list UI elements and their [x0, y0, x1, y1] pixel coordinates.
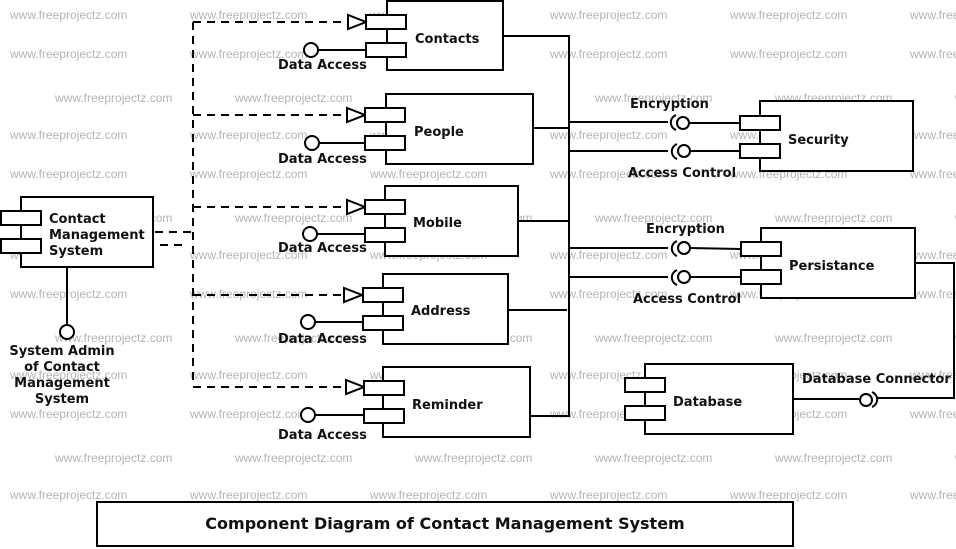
watermark-text: www.freeprojectz.com [549, 248, 667, 262]
watermark-text: www.freeprojectz.com [9, 167, 127, 181]
admin-interface-label-line2: of Contact [24, 360, 100, 375]
watermark-text: www.freeprojectz.com [729, 8, 847, 22]
interface-label-database-connector: Database Connector [802, 372, 951, 387]
watermark-text: www.freeprojectz.com [9, 407, 127, 421]
watermark-text: www.freeprojectz.com [189, 128, 307, 142]
watermark-text: www.freeprojectz.com [594, 331, 712, 345]
component-name: Security [788, 133, 849, 148]
watermark-text: www.freeprojectz.com [189, 167, 307, 181]
watermark-text: www.freeprojectz.com [549, 488, 667, 502]
component-reminder[interactable]: Reminder Data Access [278, 366, 531, 443]
watermark-text: www.freeprojectz.com [189, 8, 307, 22]
main-component[interactable]: Contact Management System System Admin o… [0, 196, 154, 407]
admin-interface-ball-icon [59, 324, 75, 340]
main-component-name-line1: Contact [49, 212, 106, 227]
interface-label: Data Access [278, 152, 367, 167]
watermark-text: www.freeprojectz.com [909, 167, 956, 181]
watermark-text: www.freeprojectz.com [909, 488, 956, 502]
admin-interface-label-line3: Management [14, 376, 110, 391]
watermark-text: www.freeprojectz.com [909, 47, 956, 61]
component-name: Mobile [413, 216, 462, 231]
watermark-text: www.freeprojectz.com [54, 451, 172, 465]
interface-label: Data Access [278, 428, 367, 443]
interface-label: Data Access [278, 332, 367, 347]
watermark-text: www.freeprojectz.com [909, 8, 956, 22]
watermark-text: www.freeprojectz.com [774, 451, 892, 465]
component-diagram: www.freeprojectz.com www.freeprojectz.com… [0, 0, 956, 547]
watermark-text: www.freeprojectz.com [9, 8, 127, 22]
watermark-text: www.freeprojectz.com [189, 287, 307, 301]
watermark-text: www.freeprojectz.com [414, 451, 532, 465]
watermark-text: www.freeprojectz.com [369, 488, 487, 502]
watermark-text: www.freeprojectz.com [9, 47, 127, 61]
watermark-text: www.freeprojectz.com [9, 287, 127, 301]
watermark-text: www.freeprojectz.com [774, 331, 892, 345]
interface-label: Data Access [278, 241, 367, 256]
diagram-title-box: Component Diagram of Contact Management … [96, 501, 794, 547]
main-component-name-line3: System [49, 244, 103, 259]
watermark-text: www.freeprojectz.com [729, 47, 847, 61]
watermark-text: www.freeprojectz.com [9, 128, 127, 142]
watermark-text: www.freeprojectz.com [189, 407, 307, 421]
watermark-text: www.freeprojectz.com [774, 211, 892, 225]
watermark-text: www.freeprojectz.com [189, 368, 307, 382]
watermark-text: www.freeprojectz.com [909, 287, 956, 301]
component-name: People [414, 125, 464, 140]
watermark-text: www.freeprojectz.com [909, 407, 956, 421]
watermark-text: www.freeprojectz.com [549, 8, 667, 22]
watermark-text: www.freeprojectz.com [369, 167, 487, 181]
watermark-text: www.freeprojectz.com [549, 128, 667, 142]
watermark-text: www.freeprojectz.com [9, 488, 127, 502]
main-component-name-line2: Management [49, 228, 145, 243]
watermark-text: www.freeprojectz.com [594, 451, 712, 465]
watermark-text: www.freeprojectz.com [234, 211, 352, 225]
interface-label-encryption: Encryption [646, 222, 725, 237]
watermark-text: www.freeprojectz.com [234, 91, 352, 105]
watermark-text: www.freeprojectz.com [549, 47, 667, 61]
watermark-text: www.freeprojectz.com [909, 248, 956, 262]
component-name: Address [411, 304, 471, 319]
interface-label-encryption: Encryption [630, 97, 709, 112]
interface-label-access-control: Access Control [628, 166, 736, 181]
component-name: Persistance [789, 259, 875, 274]
interface-label-access-control: Access Control [633, 292, 741, 307]
component-name: Reminder [412, 398, 483, 413]
admin-interface-label-line4: System [35, 392, 89, 407]
component-name: Contacts [415, 32, 480, 47]
watermark-text: www.freeprojectz.com [54, 91, 172, 105]
watermark-text: www.freeprojectz.com [909, 128, 956, 142]
admin-interface-label-line1: System Admin [9, 344, 114, 359]
diagram-title: Component Diagram of Contact Management … [205, 514, 684, 533]
component-contacts[interactable]: Contacts Data Access [278, 0, 504, 73]
component-name: Database [673, 395, 742, 410]
interface-label: Data Access [278, 58, 367, 73]
component-address[interactable]: Address Data Access [278, 273, 509, 347]
watermark-text: www.freeprojectz.com [729, 488, 847, 502]
watermark-text: www.freeprojectz.com [189, 488, 307, 502]
watermark-text: www.freeprojectz.com [234, 451, 352, 465]
